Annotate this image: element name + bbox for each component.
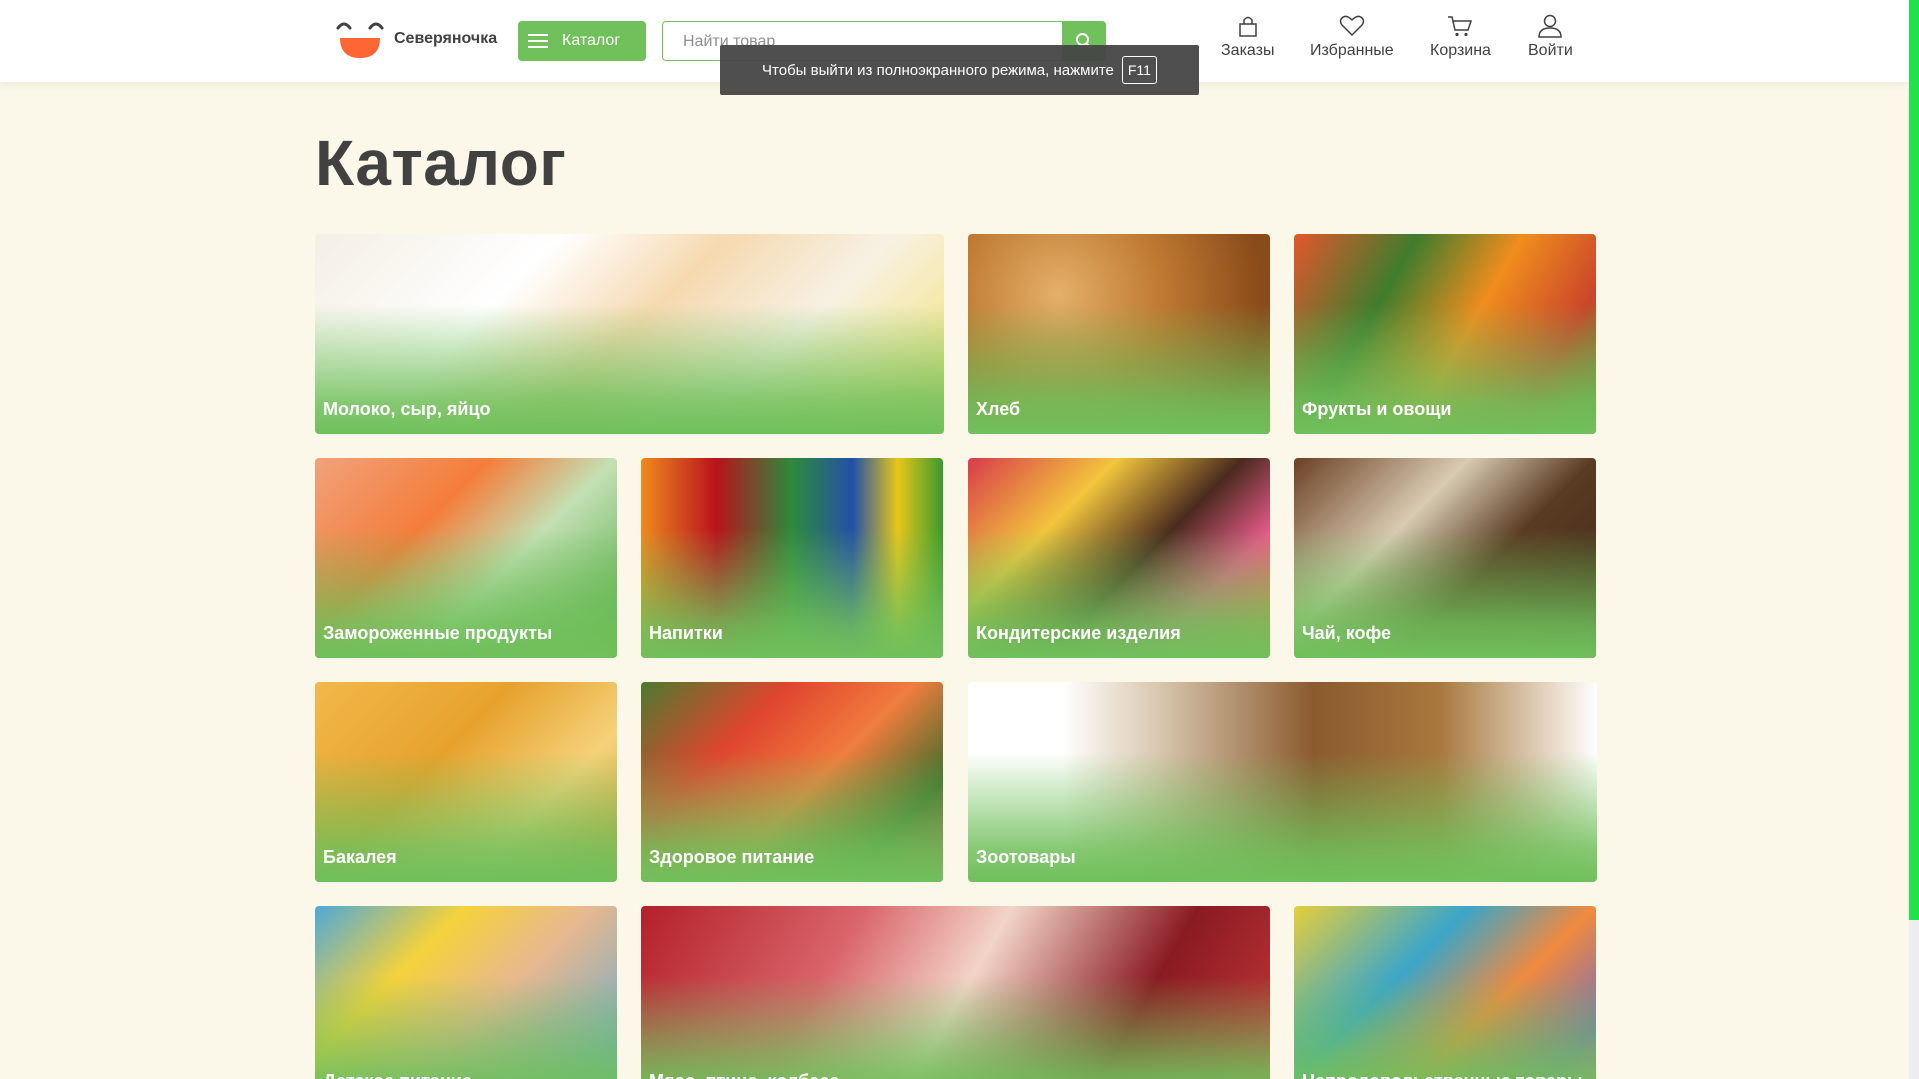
category-card-tea-coffee[interactable]: Чай, кофе: [1294, 458, 1596, 658]
nav-login[interactable]: Войти: [1528, 14, 1573, 60]
category-label: Напитки: [649, 623, 723, 643]
category-label: Мясо, птица, колбаса: [649, 1071, 839, 1079]
category-card-healthy-food[interactable]: Здоровое питание: [641, 682, 943, 882]
menu-icon: [528, 34, 548, 48]
category-label: Фрукты и овощи: [1302, 399, 1452, 419]
category-label: Хлеб: [976, 399, 1021, 419]
nav-orders-label: Заказы: [1221, 42, 1275, 59]
category-card-non-food[interactable]: Непродовольственные товары: [1294, 906, 1596, 1079]
category-card-dairy[interactable]: Молоко, сыр, яйцо: [315, 234, 944, 434]
cart-icon: [1448, 16, 1473, 37]
category-label: Молоко, сыр, яйцо: [323, 399, 491, 419]
catalog-button[interactable]: Каталог: [518, 21, 646, 61]
category-label: Чай, кофе: [1302, 623, 1392, 643]
nav-cart[interactable]: Корзина: [1430, 14, 1491, 60]
logo-smile-icon: [336, 22, 384, 58]
category-label: Зоотовары: [976, 847, 1076, 867]
page-title: Каталог: [315, 127, 567, 199]
category-card-confectionery[interactable]: Кондитерские изделия: [968, 458, 1270, 658]
category-card-frozen[interactable]: Замороженные продукты: [315, 458, 617, 658]
category-label: Кондитерские изделия: [976, 623, 1181, 643]
brand-name: Северяночка: [394, 30, 498, 47]
nav-orders[interactable]: Заказы: [1221, 14, 1274, 60]
page-scrollbar[interactable]: [1909, 0, 1919, 1079]
category-card-meat[interactable]: Мясо, птица, колбаса: [641, 906, 1270, 1079]
nav-favorites-label: Избранные: [1310, 42, 1394, 59]
category-card-fruits-vegetables[interactable]: Фрукты и овощи: [1294, 234, 1596, 434]
heart-icon: [1339, 15, 1365, 37]
fullscreen-tooltip: Чтобы выйти из полноэкранного режима, на…: [720, 45, 1199, 95]
category-card-grocery[interactable]: Бакалея: [315, 682, 617, 882]
category-label: Детское питание: [323, 1071, 472, 1079]
nav-favorites[interactable]: Избранные: [1310, 14, 1394, 60]
brand-logo[interactable]: Северяночка: [334, 18, 497, 60]
category-label: Непродовольственные товары: [1302, 1071, 1583, 1079]
scrollbar-thumb[interactable]: [1909, 0, 1919, 920]
category-label: Здоровое питание: [649, 847, 815, 867]
category-card-baby-food[interactable]: Детское питание: [315, 906, 617, 1079]
nav-cart-label: Корзина: [1430, 42, 1491, 59]
user-icon: [1538, 14, 1563, 38]
category-label: Бакалея: [323, 847, 397, 867]
fullscreen-tooltip-key: F11: [1121, 56, 1157, 84]
bag-icon: [1238, 16, 1257, 37]
category-card-bread[interactable]: Хлеб: [968, 234, 1270, 434]
nav-login-label: Войти: [1528, 42, 1573, 59]
category-label: Замороженные продукты: [323, 623, 553, 643]
category-card-pet-supplies[interactable]: Зоотовары: [968, 682, 1597, 882]
catalog-button-label: Каталог: [562, 32, 621, 49]
category-card-drinks[interactable]: Напитки: [641, 458, 943, 658]
fullscreen-tooltip-text: Чтобы выйти из полноэкранного режима, на…: [762, 61, 1114, 79]
